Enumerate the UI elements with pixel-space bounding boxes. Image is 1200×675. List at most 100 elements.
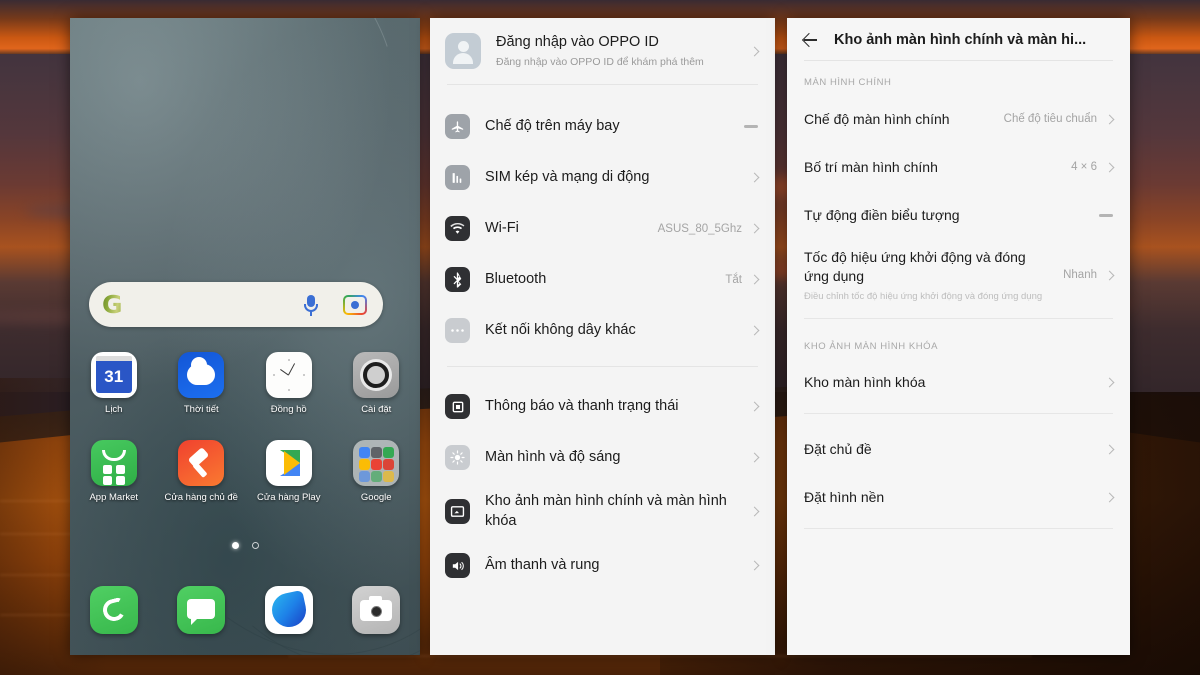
wallpaper-icon	[445, 499, 470, 525]
calendar-date: 31	[95, 361, 132, 393]
row-label: Kho màn hình khóa	[804, 374, 926, 391]
calendar-icon: 31	[90, 352, 137, 398]
settings-gear-icon	[353, 352, 400, 398]
chevron-right-icon	[1104, 114, 1115, 124]
app-icon-app-market[interactable]: App Market	[70, 439, 158, 504]
user-avatar-icon	[445, 33, 481, 70]
row-label: Tự động điền biểu tượng	[804, 206, 960, 223]
row-label: Bố trí màn hình chính	[804, 158, 938, 175]
row-label: Wi-Fi	[485, 220, 519, 237]
google-search-widget[interactable]: G	[89, 282, 383, 327]
chevron-right-icon	[1104, 444, 1115, 455]
chevron-right-icon	[749, 275, 760, 285]
clock-icon	[265, 352, 312, 398]
detail-row-auto-fill-icons[interactable]: Tự động điền biểu tượng	[787, 191, 1130, 239]
theme-store-icon	[178, 439, 225, 486]
microphone-icon[interactable]	[303, 293, 319, 317]
oppo-id-subtitle: Đăng nhập vào OPPO ID để khám phá thêm	[496, 55, 704, 68]
wallpaper-settings-panel: Kho ảnh màn hình chính và màn hi... MÀN …	[787, 18, 1130, 655]
google-g-logo: G	[102, 290, 123, 319]
notification-icon	[445, 394, 470, 420]
chevron-right-icon	[749, 453, 760, 463]
detail-row-home-layout[interactable]: Bố trí màn hình chính 4 × 6	[787, 143, 1130, 191]
sand-ripple	[288, 654, 1032, 657]
settings-row-wallpaper[interactable]: Kho ảnh màn hình chính và màn hình khóa	[430, 483, 775, 540]
arrow-left-icon[interactable]	[801, 31, 818, 48]
chevron-right-icon	[1104, 270, 1115, 281]
settings-row-display[interactable]: Màn hình và độ sáng	[430, 432, 775, 483]
app-icon-cua-hang-play[interactable]: Cửa hàng Play	[245, 439, 333, 504]
app-label: Cửa hàng chủ đề	[164, 491, 238, 503]
dock	[70, 586, 420, 634]
app-label: Đồng hồ	[270, 404, 307, 415]
app-label: App Market	[89, 491, 139, 503]
detail-row-set-wallpaper[interactable]: Đặt hình nền	[787, 474, 1130, 522]
chevron-right-icon	[749, 224, 760, 234]
airplane-icon	[445, 114, 470, 140]
settings-row-other-wireless[interactable]: Kết nối không dây khác	[430, 305, 775, 356]
row-label: SIM kép và mạng di động	[485, 169, 650, 186]
dock-icon-phone[interactable]	[70, 586, 158, 634]
settings-row-sim[interactable]: SIM kép và mạng di động	[430, 152, 775, 203]
detail-row-animation-speed[interactable]: Tốc độ hiệu ứng khởi động và đóng ứng dụ…	[787, 239, 1130, 312]
detail-header: Kho ảnh màn hình chính và màn hi...	[787, 18, 1130, 60]
row-label: Kho ảnh màn hình chính và màn hình khóa	[485, 493, 727, 529]
play-store-icon	[265, 439, 312, 486]
app-icon-google-folder[interactable]: Google	[333, 439, 421, 504]
oppo-id-row[interactable]: Đăng nhập vào OPPO ID Đăng nhập vào OPPO…	[430, 18, 775, 84]
toggle-switch-off[interactable]	[1099, 213, 1113, 217]
page-dot-active[interactable]	[231, 542, 239, 549]
brightness-icon	[445, 445, 470, 471]
detail-row-home-mode[interactable]: Chế độ màn hình chính Chế độ tiêu chuẩn	[787, 95, 1130, 143]
row-value: 4 × 6	[1071, 161, 1097, 173]
row-value: ASUS_80_5Ghz	[657, 222, 742, 235]
app-icon-cua-hang-chu-de[interactable]: Cửa hàng chủ đề	[158, 439, 246, 504]
app-icon-thoi-tiet[interactable]: Thời tiết	[158, 352, 246, 416]
sim-card-icon	[445, 165, 470, 191]
section-title-lock-screen: KHO ẢNH MÀN HÌNH KHÓA	[804, 340, 939, 352]
phone-icon	[89, 586, 138, 634]
page-dot-inactive[interactable]	[251, 542, 259, 549]
section-title-home-screen: MÀN HÌNH CHÍNH	[804, 77, 892, 88]
chevron-right-icon	[749, 46, 760, 57]
settings-row-airplane[interactable]: Chế độ trên máy bay	[430, 101, 775, 152]
settings-row-notifications[interactable]: Thông báo và thanh trạng thái	[430, 381, 775, 432]
chevron-right-icon	[749, 402, 760, 412]
chevron-right-icon	[749, 560, 760, 571]
row-label: Bluetooth	[485, 271, 547, 288]
row-label: Thông báo và thanh trạng thái	[485, 398, 679, 415]
home-screen-panel: G 31 Lịch Thời tiết Đồng hồ Cài đặt App …	[70, 18, 420, 655]
settings-panel: Đăng nhập vào OPPO ID Đăng nhập vào OPPO…	[430, 18, 775, 655]
app-icon-dong-ho[interactable]: Đồng hồ	[245, 352, 333, 416]
page-indicator	[70, 542, 420, 549]
dock-icon-message[interactable]	[158, 586, 246, 634]
dock-icon-camera[interactable]	[333, 586, 421, 634]
dock-icon-browser[interactable]	[245, 586, 333, 634]
bluetooth-icon	[445, 267, 470, 293]
chevron-right-icon	[1104, 162, 1115, 172]
app-icon-lich[interactable]: 31 Lịch	[70, 352, 158, 416]
toggle-switch-off[interactable]	[744, 125, 758, 129]
row-label: Chế độ trên máy bay	[485, 118, 620, 135]
wallpaper-brush-strokes	[70, 18, 420, 655]
sound-icon	[445, 553, 470, 579]
chevron-right-icon	[749, 506, 760, 517]
detail-row-set-theme[interactable]: Đặt chủ đề	[787, 426, 1130, 474]
settings-row-wifi[interactable]: Wi-Fi ASUS_80_5Ghz	[430, 203, 775, 254]
message-icon	[177, 586, 226, 634]
app-label: Cài đặt	[361, 404, 392, 415]
settings-row-sound[interactable]: Âm thanh và rung	[430, 540, 775, 591]
row-value: Chế độ tiêu chuẩn	[1003, 113, 1097, 125]
row-label: Âm thanh và rung	[485, 556, 600, 573]
detail-row-lock-screen-gallery[interactable]: Kho màn hình khóa	[787, 359, 1130, 407]
google-lens-icon[interactable]	[343, 294, 367, 315]
row-value: Tắt	[725, 273, 742, 286]
divider	[804, 317, 1113, 319]
settings-list: Đăng nhập vào OPPO ID Đăng nhập vào OPPO…	[430, 18, 775, 655]
settings-row-bluetooth[interactable]: Bluetooth Tắt	[430, 254, 775, 305]
row-label: Kết nối không dây khác	[485, 322, 636, 339]
app-icon-cai-dat[interactable]: Cài đặt	[333, 352, 421, 416]
google-folder-icon	[353, 439, 400, 486]
row-label: Đặt chủ đề	[804, 441, 872, 458]
row-label: Màn hình và độ sáng	[485, 449, 621, 466]
